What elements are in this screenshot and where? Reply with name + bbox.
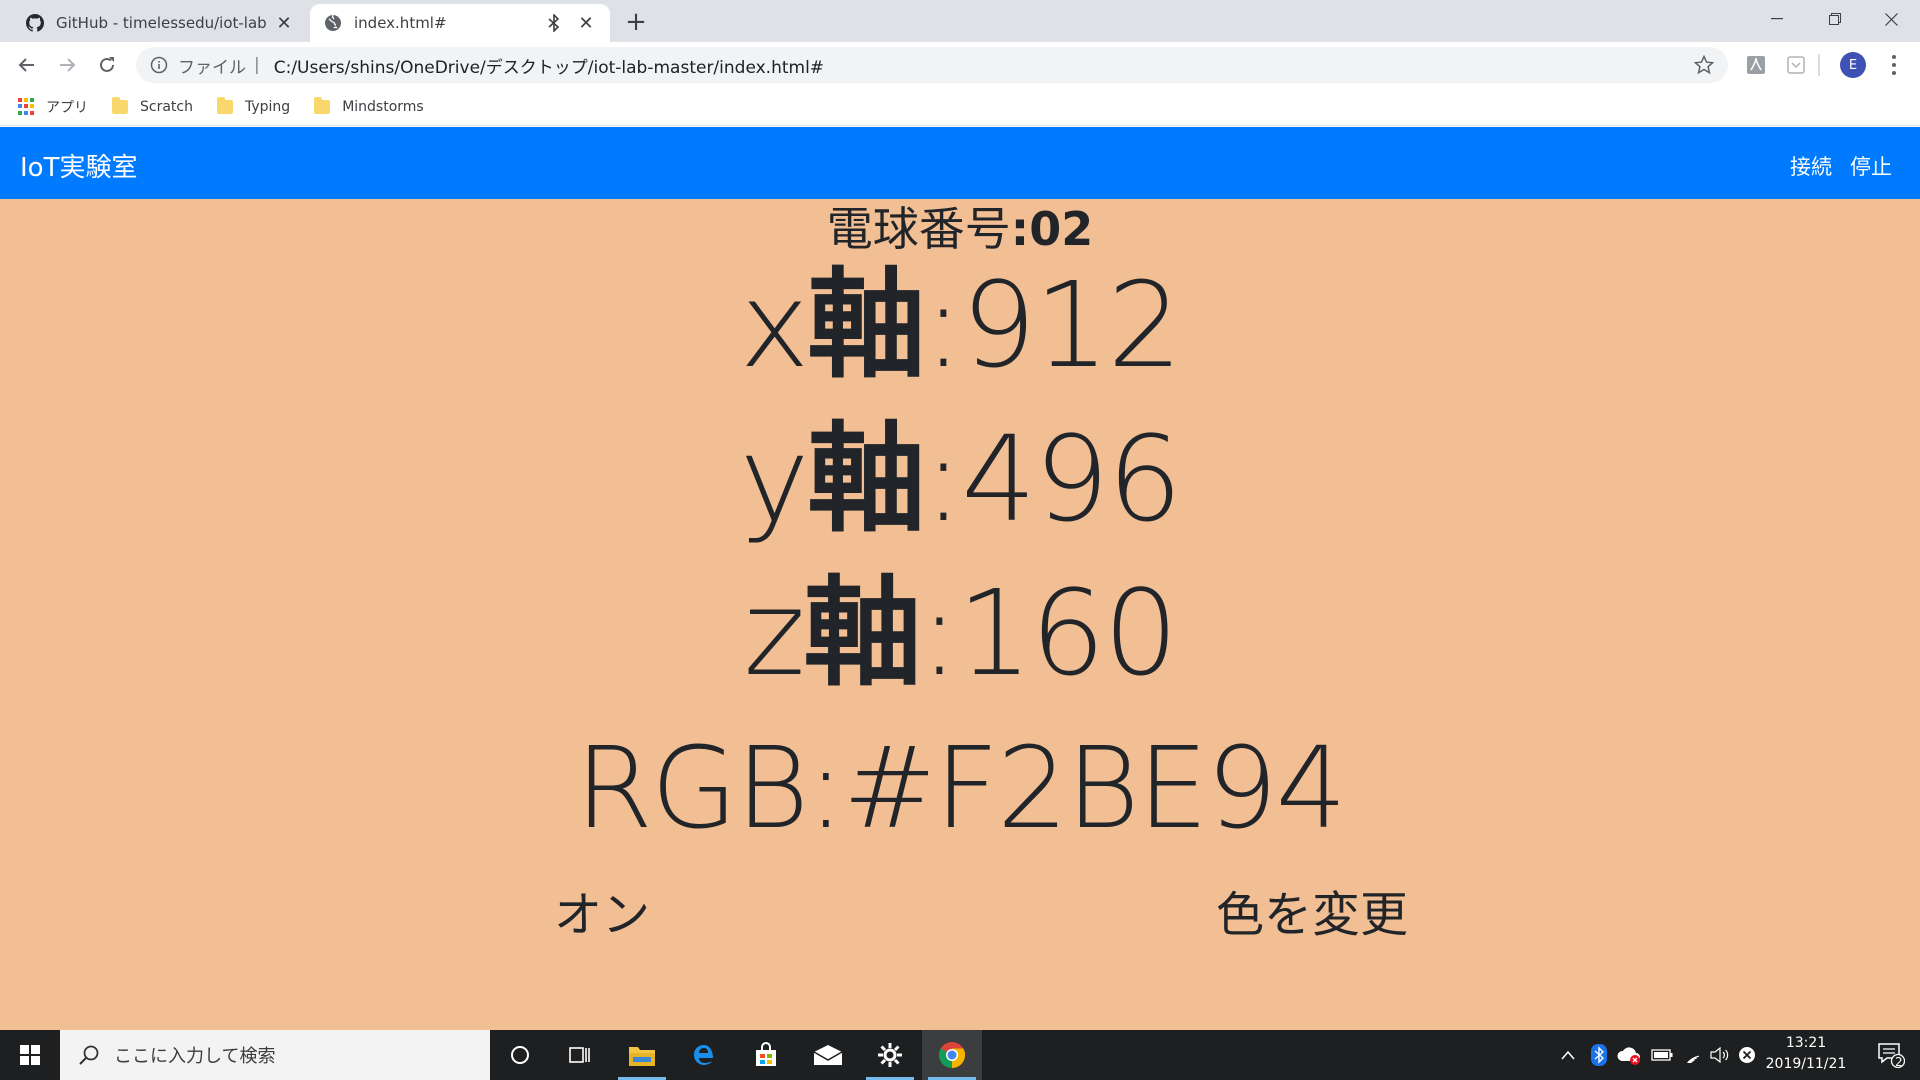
tab-title: index.html# (354, 14, 447, 32)
bookmark-apps[interactable]: アプリ (18, 93, 88, 121)
url-text: C:/Users/shins/OneDrive/デスクトップ/iot-lab-m… (273, 57, 825, 78)
system-clock[interactable]: 13:21 2019/11/21 (1760, 1033, 1852, 1075)
clock-date: 2019/11/21 (1765, 1056, 1847, 1072)
new-tab-button[interactable]: + (622, 7, 650, 37)
axis-value: :160 (919, 564, 1178, 702)
notification-count: 2 (1895, 1055, 1903, 1069)
bookmark-label: アプリ (46, 99, 88, 116)
connect-link[interactable]: 接続 (1790, 151, 1832, 181)
z-axis-reading: z軸:160 (0, 563, 1920, 703)
tab-github[interactable]: GitHub - timelessedu/iot-lab ✕ (12, 4, 308, 42)
app-navbar: IoT実験室 接続 停止 (0, 127, 1920, 199)
edge-icon[interactable] (674, 1030, 734, 1080)
x-axis-reading: x軸:912 (0, 255, 1920, 395)
address-separator: | (254, 55, 260, 75)
restore-button[interactable] (1806, 0, 1864, 38)
axis-kanji: 軸 (807, 256, 925, 394)
bookmark-scratch[interactable]: Scratch (112, 93, 193, 121)
page-content: IoT実験室 接続 停止 電球番号:02 x軸:912 y軸:496 z軸:16… (0, 127, 1920, 1030)
notification-icon[interactable]: 2 (1862, 1030, 1920, 1080)
scheme-label: ファイル (178, 57, 246, 78)
stop-link[interactable]: 停止 (1850, 151, 1892, 181)
store-icon[interactable] (736, 1030, 796, 1080)
close-window-button[interactable] (1862, 0, 1920, 38)
taskbar-search[interactable]: ここに入力して検索 (60, 1030, 490, 1080)
address-bar[interactable]: ファイル | C:/Users/shins/OneDrive/デスクトップ/io… (136, 47, 1728, 83)
tab-index[interactable]: index.html# ✕ (310, 4, 610, 42)
wifi-icon[interactable] (1678, 1030, 1706, 1080)
axis-kanji: 軸 (803, 564, 921, 702)
settings-icon[interactable] (860, 1030, 920, 1080)
close-icon[interactable]: ✕ (274, 13, 294, 34)
bookmark-label: Scratch (140, 98, 193, 115)
pocket-extension-icon[interactable] (1784, 53, 1808, 77)
info-icon[interactable] (150, 56, 168, 74)
forward-icon[interactable] (52, 50, 82, 80)
battery-icon[interactable] (1648, 1030, 1676, 1080)
bookmark-mindstorms[interactable]: Mindstorms (314, 93, 424, 121)
change-color-button[interactable]: 色を変更 (1216, 885, 1408, 945)
bluetooth-icon (544, 13, 564, 33)
windows-taskbar: ここに入力して検索 13:21 2019/11/21 2 (0, 1030, 1920, 1080)
bluetooth-tray-icon[interactable] (1586, 1030, 1612, 1080)
github-icon (26, 14, 44, 32)
file-explorer-icon[interactable] (612, 1030, 672, 1080)
axis-value: :912 (923, 256, 1182, 394)
windows-start-icon[interactable] (0, 1030, 60, 1080)
close-icon[interactable]: ✕ (576, 13, 596, 34)
search-placeholder: ここに入力して検索 (114, 1046, 276, 1067)
search-icon (78, 1044, 100, 1066)
back-icon[interactable] (12, 50, 42, 80)
toolbar-divider (1818, 54, 1820, 76)
bookmarks-bar: アプリ Scratch Typing Mindstorms (0, 88, 1920, 126)
pdf-extension-icon[interactable] (1744, 53, 1768, 77)
browser-window: GitHub - timelessedu/iot-lab ✕ index.htm… (0, 0, 1920, 1080)
axis-value: :496 (923, 410, 1182, 548)
browser-toolbar: ファイル | C:/Users/shins/OneDrive/デスクトップ/io… (0, 42, 1920, 88)
mail-icon[interactable] (798, 1030, 858, 1080)
tab-title: GitHub - timelessedu/iot-lab (56, 14, 267, 32)
on-button[interactable]: オン (554, 885, 650, 945)
clock-time: 13:21 (1785, 1035, 1827, 1051)
globe-icon (324, 14, 342, 32)
bulb-label: 電球番号 (826, 202, 1011, 256)
axis-letter: x (739, 256, 810, 394)
axis-kanji: 軸 (807, 410, 925, 548)
y-axis-reading: y軸:496 (0, 409, 1920, 549)
chevron-up-icon[interactable] (1554, 1030, 1582, 1080)
reload-icon[interactable] (92, 50, 122, 80)
bulb-number-value: 02 (1029, 202, 1094, 256)
axis-letter: y (739, 410, 810, 548)
volume-icon[interactable] (1706, 1030, 1734, 1080)
onedrive-icon[interactable] (1614, 1030, 1644, 1080)
bulb-number: 電球番号:02 (0, 199, 1920, 259)
ime-off-icon[interactable] (1734, 1030, 1760, 1080)
star-icon[interactable] (1693, 54, 1715, 75)
app-brand[interactable]: IoT実験室 (20, 147, 137, 184)
rgb-reading: RGB:#F2BE94 (575, 724, 1347, 854)
axis-letter: z (743, 564, 806, 702)
apps-grid-icon (18, 97, 36, 116)
minimize-button[interactable] (1748, 0, 1806, 38)
bulb-separator: : (1010, 202, 1030, 256)
profile-avatar[interactable]: E (1840, 52, 1866, 78)
tab-strip: GitHub - timelessedu/iot-lab ✕ index.htm… (0, 0, 1920, 42)
chrome-icon[interactable] (922, 1030, 982, 1080)
folder-icon (112, 96, 130, 116)
folder-icon (216, 96, 235, 116)
bookmark-label: Typing (244, 98, 291, 115)
bookmark-typing[interactable]: Typing (216, 93, 291, 121)
bookmark-label: Mindstorms (342, 98, 424, 115)
menu-icon[interactable] (1884, 53, 1904, 77)
cortana-icon[interactable] (490, 1030, 550, 1080)
folder-icon (314, 96, 332, 116)
task-view-icon[interactable] (550, 1030, 610, 1080)
